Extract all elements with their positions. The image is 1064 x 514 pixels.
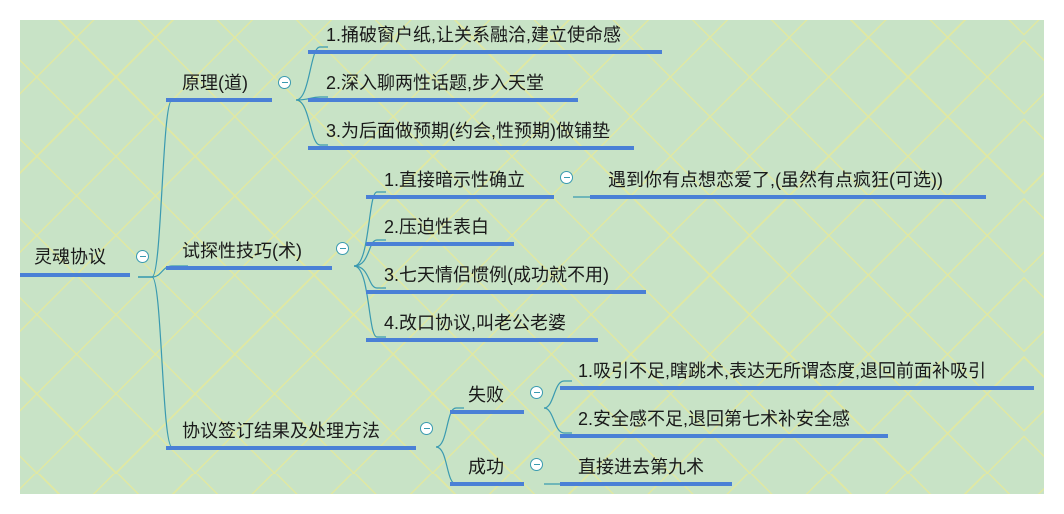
collapse-toggle-icon[interactable] — [420, 422, 433, 435]
leaf-underline — [560, 482, 732, 486]
sub-node-fail[interactable]: 失败 — [468, 384, 504, 406]
branch-underline — [166, 98, 272, 102]
leaf-underline — [308, 146, 634, 150]
leaf-node[interactable]: 4.改口协议,叫老公老婆 — [384, 312, 566, 334]
leaf-underline — [308, 50, 662, 54]
branch-node-outcome[interactable]: 协议签订结果及处理方法 — [182, 420, 380, 442]
branch-node-principle[interactable]: 原理(道) — [182, 72, 248, 94]
mindmap-canvas: 灵魂协议 原理(道) 1.捅破窗户纸,让关系融洽,建立使命感 2.深入聊两性话题… — [20, 20, 1044, 494]
leaf-node[interactable]: 直接进去第九术 — [578, 456, 704, 478]
leaf-node[interactable]: 2.压迫性表白 — [384, 216, 489, 238]
leaf-underline — [366, 290, 646, 294]
leaf-underline — [308, 98, 578, 102]
leaf-underline — [590, 195, 986, 199]
leaf-node[interactable]: 1.吸引不足,瞎跳术,表达无所谓态度,退回前面补吸引 — [578, 360, 986, 382]
leaf-node[interactable]: 遇到你有点想恋爱了,(虽然有点疯狂(可选)) — [608, 169, 943, 191]
leaf-node[interactable]: 1.捅破窗户纸,让关系融洽,建立使命感 — [326, 24, 621, 46]
root-node[interactable]: 灵魂协议 — [34, 246, 106, 268]
leaf-node[interactable]: 3.七天情侣惯例(成功就不用) — [384, 264, 609, 286]
leaf-node[interactable]: 3.为后面做预期(约会,性预期)做铺垫 — [326, 120, 610, 142]
leaf-underline — [560, 386, 1034, 390]
sub-underline — [450, 482, 524, 486]
leaf-node[interactable]: 2.安全感不足,退回第七术补安全感 — [578, 408, 850, 430]
branch-underline — [166, 266, 332, 270]
sub-node-success[interactable]: 成功 — [468, 456, 504, 478]
sub-underline — [450, 410, 524, 414]
leaf-node[interactable]: 1.直接暗示性确立 — [384, 169, 525, 191]
collapse-toggle-icon[interactable] — [336, 242, 349, 255]
root-underline — [20, 273, 130, 277]
branch-node-technique[interactable]: 试探性技巧(术) — [182, 240, 302, 262]
leaf-underline — [366, 242, 514, 246]
collapse-toggle-icon[interactable] — [530, 386, 543, 399]
collapse-toggle-icon[interactable] — [530, 458, 543, 471]
collapse-toggle-icon[interactable] — [560, 171, 573, 184]
leaf-node[interactable]: 2.深入聊两性话题,步入天堂 — [326, 72, 544, 94]
collapse-toggle-icon[interactable] — [278, 76, 291, 89]
collapse-toggle-icon[interactable] — [136, 250, 149, 263]
leaf-underline — [366, 195, 554, 199]
leaf-underline — [560, 434, 888, 438]
leaf-underline — [366, 338, 598, 342]
branch-underline — [166, 446, 416, 450]
